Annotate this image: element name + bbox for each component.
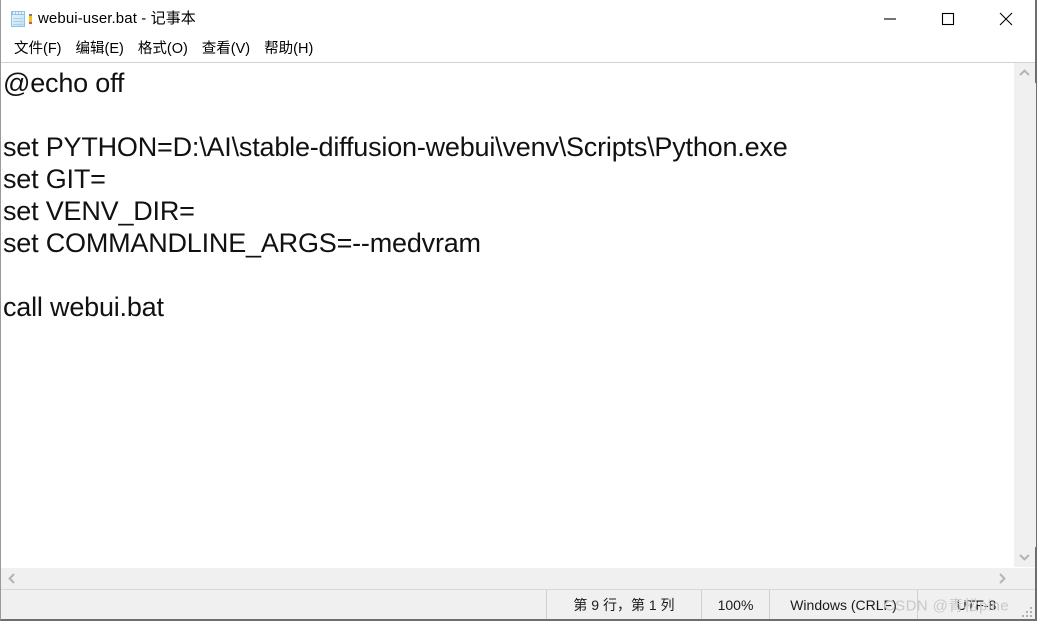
vertical-scrollbar[interactable] xyxy=(1013,63,1036,567)
status-spacer xyxy=(1,590,546,619)
close-button[interactable] xyxy=(977,0,1035,37)
menu-help[interactable]: 帮助(H) xyxy=(257,38,320,61)
chevron-right-icon xyxy=(999,573,1006,584)
minimize-button[interactable] xyxy=(861,0,919,37)
status-line-ending: Windows (CRLF) xyxy=(769,590,917,619)
status-encoding: UTF-8 xyxy=(917,590,1035,619)
code-line: call webui.bat xyxy=(3,292,164,322)
minimize-icon xyxy=(884,17,896,20)
caption-buttons xyxy=(861,0,1035,37)
title-bar[interactable]: webui-user.bat - 记事本 xyxy=(1,0,1035,37)
maximize-button[interactable] xyxy=(919,0,977,37)
text-editor[interactable]: @echo off set PYTHON=D:\AI\stable-diffus… xyxy=(1,63,1013,567)
scrollbar-corner xyxy=(1013,567,1035,590)
menu-file[interactable]: 文件(F) xyxy=(7,38,69,61)
code-line: set PYTHON=D:\AI\stable-diffusion-webui\… xyxy=(3,132,788,162)
chevron-left-icon xyxy=(8,573,15,584)
menu-format[interactable]: 格式(O) xyxy=(131,38,195,61)
window-title: webui-user.bat - 记事本 xyxy=(38,10,196,27)
chevron-up-icon xyxy=(1019,69,1030,76)
code-line: set GIT= xyxy=(3,164,106,194)
status-cursor-position: 第 9 行，第 1 列 xyxy=(546,590,701,619)
menu-view[interactable]: 查看(V) xyxy=(195,38,257,61)
notepad-window: webui-user.bat - 记事本 文件(F) 编辑(E) 格式(O) 查… xyxy=(0,0,1037,621)
close-icon xyxy=(999,12,1013,25)
status-zoom[interactable]: 100% xyxy=(701,590,769,619)
menu-bar: 文件(F) 编辑(E) 格式(O) 查看(V) 帮助(H) xyxy=(1,37,1035,62)
status-bar: 第 9 行，第 1 列 100% Windows (CRLF) UTF-8 CS… xyxy=(1,589,1035,619)
code-line: set COMMANDLINE_ARGS=--medvram xyxy=(3,228,481,258)
scroll-up-button[interactable] xyxy=(1014,63,1036,83)
editor-row: @echo off set PYTHON=D:\AI\stable-diffus… xyxy=(1,63,1036,567)
scroll-right-button[interactable] xyxy=(991,568,1013,590)
code-line: set VENV_DIR= xyxy=(3,196,195,226)
notepad-icon xyxy=(10,9,32,30)
menu-edit[interactable]: 编辑(E) xyxy=(69,38,131,61)
chevron-down-icon xyxy=(1019,554,1030,561)
resize-grip[interactable] xyxy=(1020,605,1032,617)
editor-region: @echo off set PYTHON=D:\AI\stable-diffus… xyxy=(1,62,1036,590)
vertical-scroll-track[interactable] xyxy=(1013,83,1036,547)
scroll-left-button[interactable] xyxy=(1,568,23,590)
code-line: @echo off xyxy=(3,68,125,98)
horizontal-scroll-track[interactable] xyxy=(23,567,991,590)
maximize-icon xyxy=(941,12,955,25)
horizontal-scrollbar[interactable] xyxy=(1,567,1035,590)
scroll-down-button[interactable] xyxy=(1014,547,1036,567)
